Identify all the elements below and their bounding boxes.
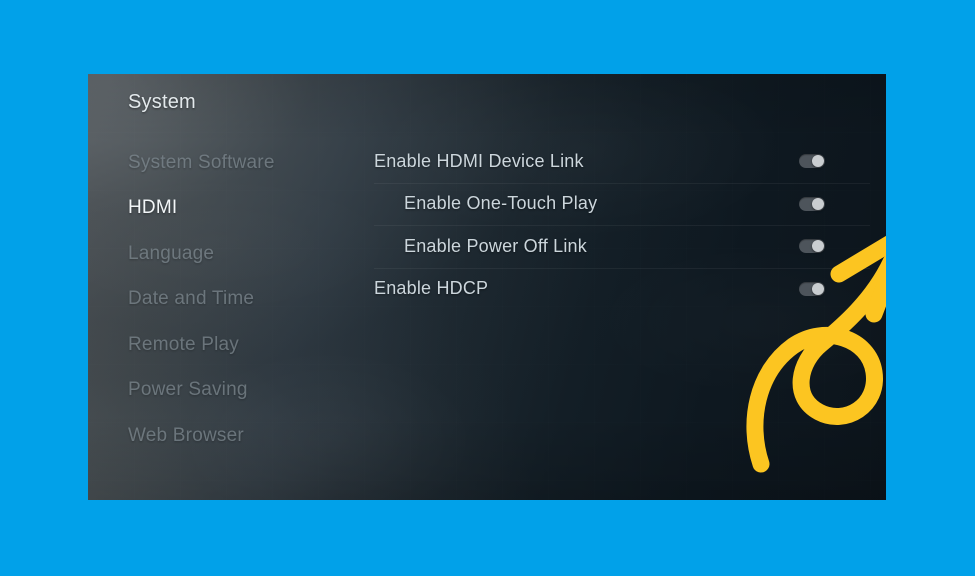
page-title: System: [128, 91, 196, 113]
sidebar-item-remote-play[interactable]: Remote Play: [128, 322, 393, 368]
setting-label: Enable HDCP: [374, 278, 489, 299]
setting-label: Enable One-Touch Play: [404, 193, 598, 214]
sidebar-item-date-and-time[interactable]: Date and Time: [128, 277, 393, 323]
setting-row-enable-hdmi-device-link[interactable]: Enable HDMI Device Link: [374, 140, 886, 183]
toggle-enable-hdcp[interactable]: [799, 281, 825, 296]
settings-sidebar: System Software HDMI Language Date and Time…: [128, 140, 393, 459]
settings-list: Enable HDMI Device Link Enable One-Touch …: [374, 140, 886, 310]
sidebar-item-label: Power Saving: [128, 379, 248, 401]
sidebar-item-web-browser[interactable]: Web Browser: [128, 413, 393, 459]
sidebar-item-label: Language: [128, 242, 215, 264]
setting-row-enable-hdcp[interactable]: Enable HDCP: [374, 267, 886, 311]
sidebar-item-hdmi[interactable]: HDMI: [128, 186, 393, 232]
sidebar-item-label: Web Browser: [128, 424, 244, 446]
sidebar-item-label: HDMI: [128, 197, 178, 219]
toggle-enable-one-touch-play[interactable]: [799, 196, 825, 211]
toggle-knob: [812, 197, 824, 210]
toggle-knob: [812, 282, 824, 295]
sidebar-item-power-saving[interactable]: Power Saving: [128, 368, 393, 414]
toggle-knob: [812, 240, 824, 253]
setting-label: Enable Power Off Link: [404, 235, 587, 256]
sidebar-item-system-software[interactable]: System Software: [128, 140, 393, 186]
sidebar-item-label: Date and Time: [128, 288, 255, 310]
setting-row-enable-one-touch-play[interactable]: Enable One-Touch Play: [374, 182, 886, 226]
sidebar-item-label: System Software: [128, 151, 275, 173]
sidebar-item-label: Remote Play: [128, 333, 239, 355]
sidebar-item-language[interactable]: Language: [128, 231, 393, 277]
setting-row-enable-power-off-link[interactable]: Enable Power Off Link: [374, 225, 886, 268]
system-settings-panel: System System Software HDMI Language Date a…: [88, 74, 886, 500]
toggle-enable-hdmi-device-link[interactable]: [799, 154, 825, 169]
toggle-enable-power-off-link[interactable]: [799, 239, 825, 254]
setting-label: Enable HDMI Device Link: [374, 150, 584, 171]
blue-background-frame: System System Software HDMI Language Date a…: [0, 0, 975, 576]
toggle-knob: [812, 155, 824, 168]
